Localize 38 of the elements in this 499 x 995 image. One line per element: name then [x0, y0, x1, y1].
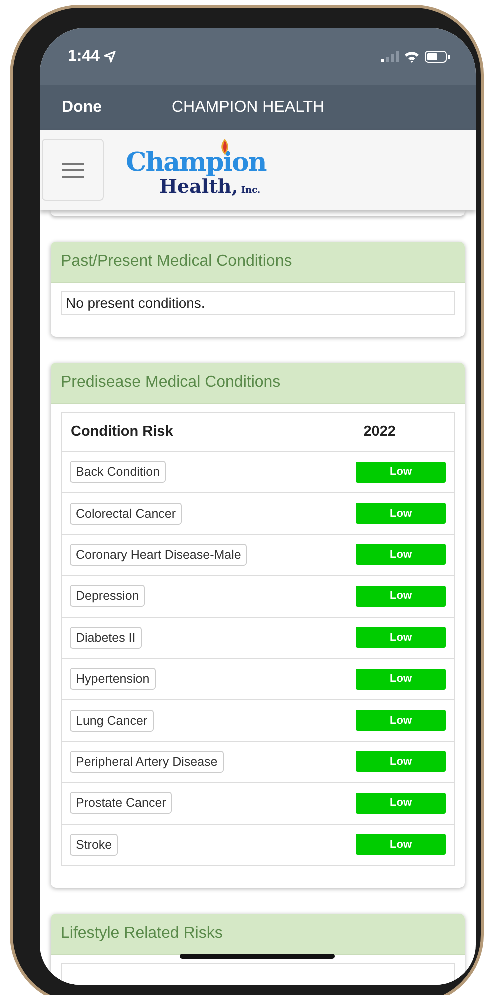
- logo-suffix: Inc.: [241, 186, 261, 196]
- risk-badge: Low: [356, 834, 446, 856]
- logo-name: Champion: [126, 149, 266, 177]
- menu-button[interactable]: [42, 139, 104, 201]
- logo-subtitle: Health,: [160, 177, 238, 197]
- risk-badge: Low: [356, 586, 446, 607]
- signal-icon: [381, 51, 399, 62]
- menu-icon: [62, 162, 84, 178]
- battery-icon: [425, 50, 450, 62]
- condition-button[interactable]: Colorectal Cancer: [70, 502, 182, 525]
- condition-button[interactable]: Hypertension: [70, 668, 156, 690]
- risk-badge: Low: [356, 544, 446, 566]
- section-title: Past/Present Medical Conditions: [51, 242, 465, 283]
- condition-button[interactable]: Lung Cancer: [70, 710, 154, 732]
- risk-badge: Low: [356, 751, 446, 772]
- risk-badge: Low: [356, 462, 446, 483]
- section-title: Predisease Medical Conditions: [51, 363, 465, 404]
- condition-button[interactable]: Back Condition: [70, 461, 166, 484]
- condition-button[interactable]: Prostate Cancer: [70, 792, 172, 814]
- condition-button[interactable]: Depression: [70, 585, 146, 608]
- risk-badge: Low: [356, 710, 446, 732]
- risk-badge: Low: [356, 627, 446, 648]
- condition-button[interactable]: Peripheral Artery Disease: [70, 750, 224, 773]
- risk-badge: Low: [356, 792, 446, 814]
- condition-button[interactable]: Diabetes II: [70, 626, 142, 649]
- status-time: 1:44: [68, 48, 100, 66]
- risk-badge: Low: [356, 503, 446, 524]
- wifi-icon: [404, 50, 420, 62]
- condition-button[interactable]: Coronary Heart Disease-Male: [70, 544, 248, 566]
- risk-badge: Low: [356, 668, 446, 690]
- nav-title: CHAMPION HEALTH: [172, 98, 325, 116]
- location-arrow-icon: [104, 50, 116, 62]
- done-button[interactable]: Done: [62, 98, 102, 116]
- message-text: No present conditions.: [61, 291, 455, 315]
- column-header: 2022: [364, 424, 396, 440]
- column-header: Condition Risk: [71, 424, 174, 440]
- section-title: Lifestyle Related Risks: [51, 914, 465, 955]
- condition-button[interactable]: Stroke: [70, 834, 118, 856]
